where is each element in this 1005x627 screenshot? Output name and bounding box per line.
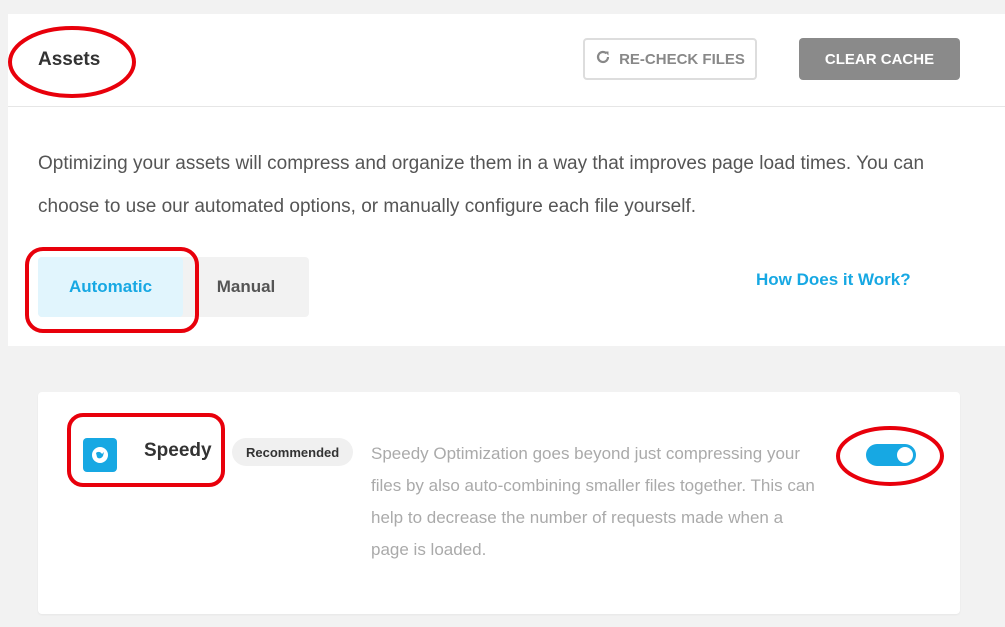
speedy-toggle[interactable] [866,444,916,466]
page-title: Assets [38,49,101,70]
speedy-option-name: Speedy [144,440,212,461]
how-does-it-work-link[interactable]: How Does it Work? [756,270,911,290]
speedy-bird-icon [83,438,117,472]
assets-panel: Assets RE-CHECK FILES CLEAR CACHE Optimi… [8,14,1005,346]
tab-manual[interactable]: Manual [183,257,309,317]
recommended-badge: Recommended [232,438,354,466]
assets-description: Optimizing your assets will compress and… [38,153,925,217]
speedy-option-card: Speedy Recommended Speedy Optimization g… [38,392,960,614]
recheck-files-label: RE-CHECK FILES [619,50,745,68]
recheck-files-button[interactable]: RE-CHECK FILES [583,38,757,80]
refresh-icon [595,49,611,69]
speedy-option-description: Speedy Optimization goes beyond just com… [371,444,815,559]
clear-cache-button[interactable]: CLEAR CACHE [799,38,960,80]
toggle-knob [897,447,913,463]
mode-tabs: Automatic Manual [38,257,309,317]
panel-header: Assets RE-CHECK FILES CLEAR CACHE [8,14,1005,107]
tab-automatic[interactable]: Automatic [38,257,183,317]
